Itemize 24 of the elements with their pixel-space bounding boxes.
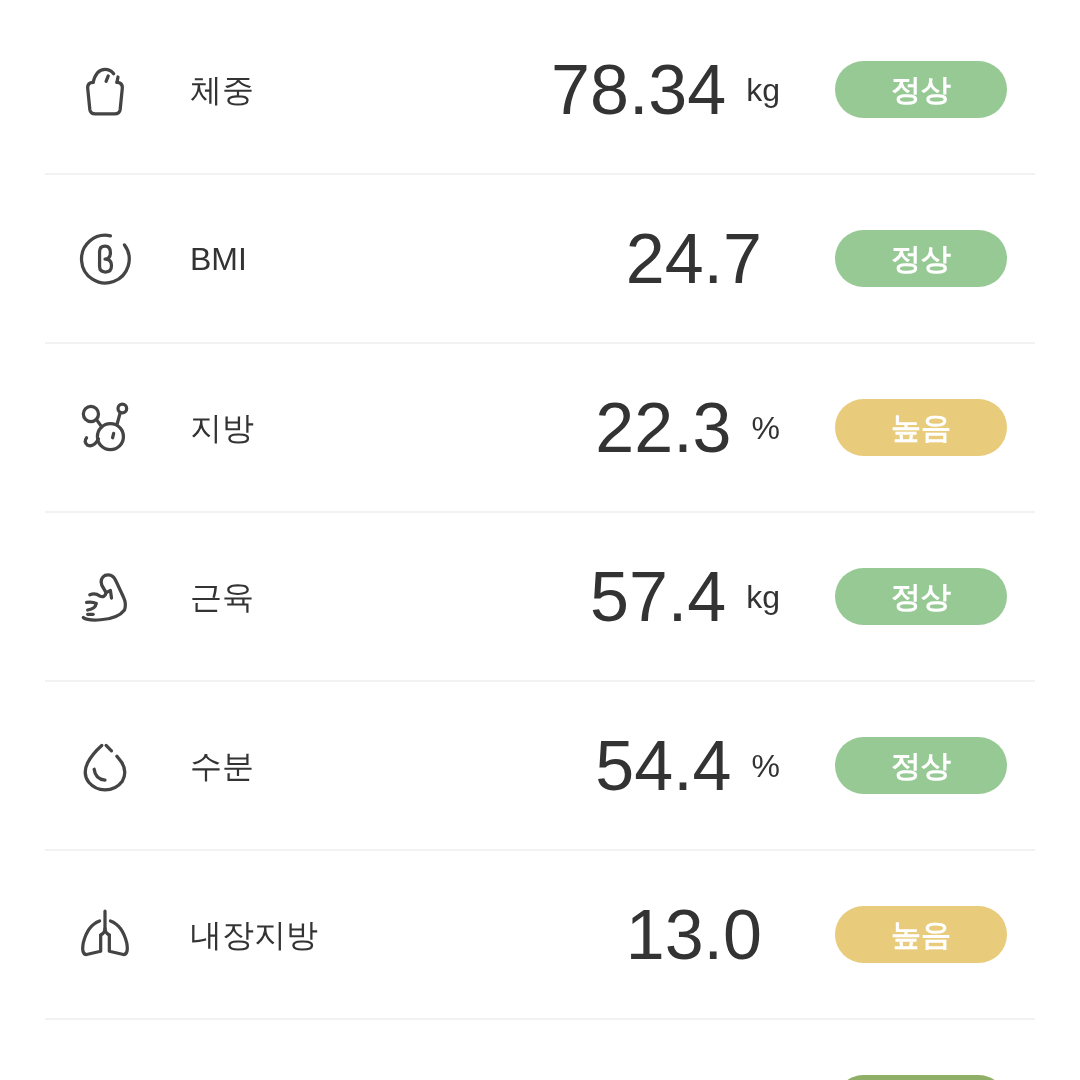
molecule-icon (79, 401, 131, 454)
b-circle-icon (79, 232, 131, 285)
metric-value: 24.7 (625, 223, 762, 294)
metric-label: BMI (190, 239, 248, 279)
status-badge: 정상 (835, 737, 1007, 794)
metric-label: 체중 (190, 70, 255, 110)
metric-label: 지방 (190, 408, 255, 448)
metric-label: 수분 (190, 746, 255, 786)
status-badge: 정상 (835, 568, 1007, 625)
unit-label: kg (746, 70, 780, 110)
unit-label: % (751, 746, 780, 786)
metric-label: 근육 (190, 577, 255, 617)
metric-value: 57.4 (589, 561, 727, 632)
unit-label: % (751, 408, 780, 448)
status-badge: 높음 (835, 906, 1007, 963)
metric-label: 내장지방 (190, 915, 319, 955)
metric-value: 78.34 (551, 54, 727, 125)
status-badge: 높음 (835, 399, 1007, 456)
status-badge: 정상 (835, 61, 1007, 118)
metric-value: 22.3 (595, 392, 732, 463)
unit-label: kg (746, 577, 780, 617)
metric-value: 54.4 (595, 730, 732, 801)
metric-value: 13.0 (625, 899, 762, 970)
status-badge: 정상 (835, 230, 1007, 287)
